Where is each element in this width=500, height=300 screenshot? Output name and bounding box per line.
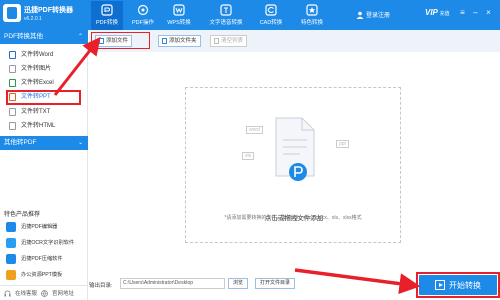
ppt-tag: ppt [336, 140, 349, 148]
sidebar-item-to-image[interactable]: 文件转图片 [0, 62, 88, 76]
pdf-editor-icon [6, 222, 16, 232]
add-folder-label: 添加文件夹 [169, 38, 197, 44]
app-logo-icon [3, 4, 21, 22]
sidebar: PDF转换其他 ⌃ 文件转Word 文件转图片 文件转Excel 文件转PPT … [0, 30, 88, 300]
product-ocr[interactable]: 迅捷OCR文字识别软件 [2, 236, 86, 250]
clear-list-label: 清空列表 [221, 38, 244, 44]
vip-badge: VIP [425, 8, 438, 17]
menu-icon[interactable]: ≡ [458, 8, 467, 17]
product-pdf-editor[interactable]: 迅捷PDF编辑器 [2, 220, 86, 234]
minimize-icon[interactable]: – [471, 8, 480, 17]
app-version: v6.2.0.1 [24, 16, 42, 22]
online-service-link[interactable]: 在线客服 [15, 289, 37, 297]
product-label: 迅捷PDF压缩软件 [21, 256, 63, 262]
pdf-compress-icon [6, 254, 16, 264]
tab-pdf-operate[interactable]: PDF操作 [127, 1, 159, 30]
chevron-down-icon: ⌄ [77, 140, 83, 146]
sidebar-item-label: 文件转TXT [21, 109, 51, 115]
products-title: 特色产品推荐 [4, 212, 41, 218]
output-dir-input[interactable]: C:\Users\Administrator\Desktop [120, 278, 225, 289]
website-link[interactable]: 官网地址 [52, 289, 74, 297]
xls-tag: xls [242, 152, 255, 160]
image-file-icon [9, 65, 16, 73]
sidebar-item-to-txt[interactable]: 文件转TXT [0, 105, 88, 119]
open-folder-button[interactable]: 打开文件目录 [255, 278, 295, 289]
login-register-link[interactable]: 登录注册 [356, 10, 390, 19]
sidebar-item-to-word[interactable]: 文件转Word [0, 48, 88, 62]
pdf-convert-icon [101, 4, 113, 16]
product-label: 迅捷PDF编辑器 [21, 224, 58, 230]
headset-icon [4, 290, 11, 296]
html-file-icon [9, 122, 16, 130]
pdf-operate-icon [137, 4, 149, 16]
app-title: 迅捷PDF转换器 [24, 7, 73, 14]
ocr-icon [6, 238, 16, 248]
ppt-item-highlight-box [6, 90, 81, 105]
sidebar-section-other-to-pdf[interactable]: 其他转PDF ⌄ [0, 136, 88, 150]
globe-icon [41, 289, 48, 297]
sidebar-item-to-html[interactable]: 文件转HTML [0, 119, 88, 133]
wps-convert-icon [173, 4, 185, 16]
sidebar-item-to-excel[interactable]: 文件转Excel [0, 76, 88, 90]
tab-label: PDF操作 [131, 20, 154, 26]
product-pdf-compress[interactable]: 迅捷PDF压缩软件 [2, 252, 86, 266]
tab-label: 特色转换 [300, 20, 323, 26]
excel-file-icon [9, 79, 16, 87]
add-folder-icon [162, 38, 167, 44]
vip-recharge-button[interactable]: VIP 充值 [425, 8, 450, 17]
vip-text: 充值 [439, 11, 450, 17]
chevron-up-icon: ⌃ [77, 34, 83, 40]
word-file-icon [9, 51, 16, 59]
tab-cad-convert[interactable]: CAD转换 [254, 1, 288, 30]
clear-list-button[interactable]: 清空列表 [210, 35, 248, 47]
sidebar-item-label: 文件转Excel [21, 80, 54, 86]
document-illustration-icon [275, 117, 315, 181]
tab-pdf-convert[interactable]: PDF转换 [91, 1, 123, 30]
clear-list-icon [214, 38, 219, 44]
tab-label: WPS转换 [167, 20, 191, 26]
cad-convert-icon [265, 4, 277, 16]
word-tag: word [246, 126, 263, 134]
output-dir-label: 输出目录: [89, 283, 113, 289]
login-register-label: 登录注册 [366, 13, 391, 19]
start-convert-button[interactable]: 开始转换 [419, 275, 497, 295]
sidebar-item-label: 文件转HTML [21, 123, 56, 129]
product-label: 办公资源PPT模板 [21, 272, 63, 278]
text-voice-icon [220, 4, 232, 16]
sidebar-item-label: 文件转Word [21, 52, 54, 58]
sidebar-footer: 在线客服 官网地址 [0, 285, 88, 300]
product-ppt-templates[interactable]: 办公资源PPT模板 [2, 268, 86, 282]
start-convert-label: 开始转换 [449, 280, 481, 290]
sidebar-item-label: 文件转图片 [21, 66, 52, 72]
feature-convert-icon [306, 4, 318, 16]
user-icon [356, 11, 364, 19]
product-label: 迅捷OCR文字识别软件 [21, 240, 75, 246]
add-file-highlight-box [91, 32, 150, 49]
tab-feature-convert[interactable]: 特色转换 [291, 1, 333, 30]
tab-label: 文字语音转换 [209, 20, 243, 26]
sidebar-section-pdf-to-other[interactable]: PDF转换其他 ⌃ [0, 30, 88, 44]
close-icon[interactable]: × [484, 8, 493, 17]
section-label: 其他转PDF [4, 139, 37, 146]
toolbar [89, 30, 500, 52]
main-panel: 添加文件 添加文件夹 清空列表 word xls ppt 点击或拖拽文件添加 *… [89, 30, 500, 300]
tab-text-voice[interactable]: 文字语音转换 [205, 1, 247, 30]
title-bar: 迅捷PDF转换器 v6.2.0.1 PDF转换 PDF操作 WPS转换 文字语音… [0, 0, 500, 30]
browse-button[interactable]: 浏览 [228, 278, 248, 289]
txt-file-icon [9, 108, 16, 116]
tab-label: PDF转换 [95, 20, 118, 26]
play-icon [435, 280, 445, 290]
section-label: PDF转换其他 [4, 33, 43, 40]
supported-formats-text: *请添加需要转换的文件，支持pdf、doc、docx、xls、xlsx格式 [224, 215, 362, 221]
add-folder-button[interactable]: 添加文件夹 [158, 35, 201, 47]
tab-wps-convert[interactable]: WPS转换 [163, 1, 195, 30]
ppt-template-icon [6, 270, 16, 280]
